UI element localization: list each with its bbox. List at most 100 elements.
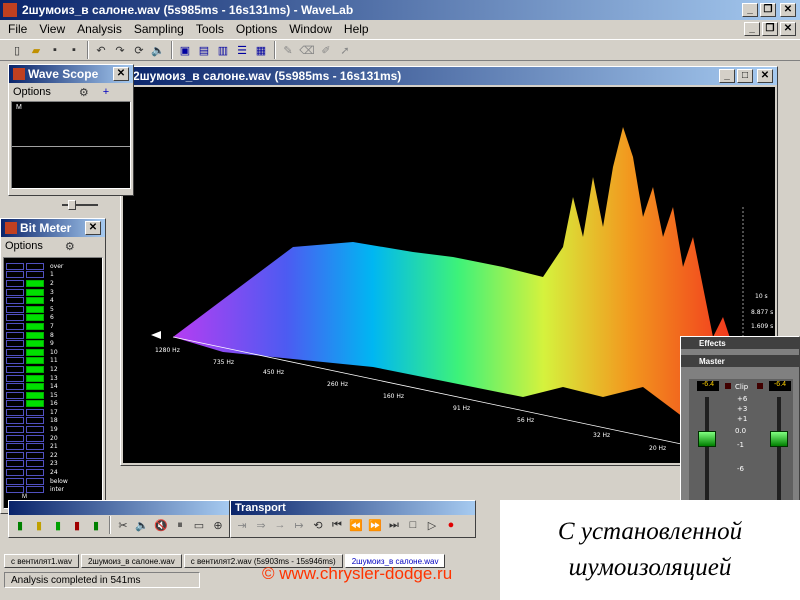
brush-icon[interactable]: ✐ — [317, 41, 335, 59]
window-icon[interactable]: ▣ — [176, 41, 194, 59]
bit-meter-cell-left — [6, 477, 24, 485]
menu-file[interactable]: File — [2, 20, 33, 38]
spectrum-icon[interactable]: ▮ — [30, 516, 48, 534]
doc-win-minimize[interactable]: _ — [719, 69, 735, 83]
cursor-icon[interactable]: ➚ — [336, 41, 354, 59]
bit-meter-cell-left — [6, 297, 24, 305]
new-file-icon[interactable]: ▯ — [8, 41, 26, 59]
bit-meter-row: 19 — [6, 425, 100, 434]
doc-win-close[interactable]: ✕ — [757, 69, 773, 83]
plugin-icon[interactable]: ✂ — [114, 516, 132, 534]
play-cursor-icon[interactable]: ↦ — [290, 516, 308, 534]
bit-meter-options[interactable]: Options — [5, 240, 43, 252]
menu-tools[interactable]: Tools — [190, 20, 230, 38]
close-button[interactable]: ✕ — [780, 3, 796, 17]
bars-icon[interactable]: ▮ — [87, 516, 105, 534]
effects-header[interactable]: Effects — [681, 337, 799, 349]
bit-meter-title: Bit Meter — [20, 221, 72, 235]
maximize-button[interactable]: ❐ — [760, 3, 776, 17]
right-fader-handle[interactable] — [770, 431, 788, 447]
wave-scope-options[interactable]: Options — [13, 86, 51, 98]
split-icon[interactable]: ▥ — [214, 41, 232, 59]
bit-meter-cell-right — [26, 279, 44, 287]
minimize-button[interactable]: _ — [742, 3, 758, 17]
menu-sampling[interactable]: Sampling — [128, 20, 190, 38]
bit-meter-label: 6 — [50, 314, 54, 322]
save-icon[interactable]: ▪ — [46, 41, 64, 59]
scope-slider[interactable] — [62, 200, 98, 210]
play-loop-icon[interactable]: ⇒ — [252, 516, 270, 534]
vu-icon[interactable]: ▮ — [49, 516, 67, 534]
loop-transport-icon[interactable]: ⟲ — [309, 516, 327, 534]
spectrum-view[interactable]: 1280 Hz 735 Hz 450 Hz 260 Hz 160 Hz 91 H… — [123, 87, 775, 463]
doc-title: 2шумоиз_в салоне.wav (5s985ms - 16s131ms… — [133, 69, 402, 83]
clip-led-left — [725, 383, 731, 389]
bit-meter-close[interactable]: ✕ — [85, 221, 101, 235]
tile-icon[interactable]: ▦ — [252, 41, 270, 59]
time-label-8877: 8.877 s — [751, 309, 774, 316]
bit-meter-cell-right — [26, 374, 44, 382]
record-icon[interactable]: ● — [442, 516, 460, 534]
rewind-icon[interactable]: ⏪ — [347, 516, 365, 534]
gain-icon[interactable]: ⊕ — [209, 516, 227, 534]
wave-scope-title: Wave Scope — [28, 67, 99, 81]
volume-icon[interactable]: 🔈 — [133, 516, 151, 534]
undo-icon[interactable]: ↶ — [92, 41, 110, 59]
menu-view[interactable]: View — [33, 20, 71, 38]
wave-scope-close[interactable]: ✕ — [113, 67, 129, 81]
bit-meter-label: below — [50, 477, 68, 485]
stop-icon[interactable]: □ — [404, 516, 422, 534]
menu-help[interactable]: Help — [338, 20, 375, 38]
monitor-icon[interactable]: ▭ — [190, 516, 208, 534]
zoom-in-icon[interactable]: + — [103, 86, 109, 98]
bit-meter-row: 3 — [6, 288, 100, 297]
bit-meter-settings-icon[interactable]: ⚙ — [65, 240, 75, 253]
redo-icon[interactable]: ↷ — [111, 41, 129, 59]
freq-label-91: 91 Hz — [453, 405, 471, 412]
bit-meter-row: 18 — [6, 417, 100, 426]
doc-restore-button[interactable]: ❐ — [762, 22, 778, 36]
scope-settings-icon[interactable]: ⚙ — [79, 86, 89, 99]
bit-meter-icon — [5, 222, 17, 234]
bit-meter-label: 2 — [50, 279, 54, 287]
bit-meter-cell-left — [6, 391, 24, 399]
bit-meter-label: 22 — [50, 451, 58, 459]
bit-meter-row: 24 — [6, 468, 100, 477]
doc-close-button[interactable]: ✕ — [780, 22, 796, 36]
pencil-icon[interactable]: ✎ — [279, 41, 297, 59]
waveform-icon[interactable]: ▤ — [195, 41, 213, 59]
open-file-icon[interactable]: ▰ — [27, 41, 45, 59]
bit-meter-row: 8 — [6, 331, 100, 340]
play-from-start-icon[interactable]: ⇥ — [233, 516, 251, 534]
eraser-icon[interactable]: ⌫ — [298, 41, 316, 59]
doc-win-maximize[interactable]: □ — [737, 69, 753, 83]
meter-icon[interactable]: ▮ — [11, 516, 29, 534]
fast-forward-icon[interactable]: ⏩ — [366, 516, 384, 534]
bit-meter-cell-right — [26, 331, 44, 339]
doc-minimize-button[interactable]: _ — [744, 22, 760, 36]
tab-shumoiz-1[interactable]: 2шумоиз_в салоне.wav — [80, 554, 182, 568]
tab-ventilyat1[interactable]: с вентилят1.wav — [4, 554, 79, 568]
levels-icon[interactable]: ▮ — [68, 516, 86, 534]
rewind-to-start-icon[interactable]: ⏮ — [328, 516, 346, 534]
bit-meter-label: 24 — [50, 469, 58, 477]
menu-analysis[interactable]: Analysis — [71, 20, 128, 38]
master-header[interactable]: Master — [681, 355, 799, 367]
speaker-icon[interactable]: 🔈 — [149, 41, 167, 59]
mute-icon[interactable]: 🔇 — [152, 516, 170, 534]
left-fader-handle[interactable] — [698, 431, 716, 447]
save-all-icon[interactable]: ▪ — [65, 41, 83, 59]
freq-label-160: 160 Hz — [383, 393, 405, 400]
loop-icon[interactable]: ⟳ — [130, 41, 148, 59]
list-icon[interactable]: ☰ — [233, 41, 251, 59]
pause-icon[interactable]: ⏸ — [171, 516, 189, 534]
menu-window[interactable]: Window — [283, 20, 338, 38]
play-selection-icon[interactable]: → — [271, 516, 289, 534]
play-icon[interactable]: ▷ — [423, 516, 441, 534]
bit-meter-row: 16 — [6, 400, 100, 409]
bit-meter-cell-right — [26, 408, 44, 416]
menu-options[interactable]: Options — [230, 20, 283, 38]
freq-label-1280: 1280 Hz — [155, 347, 180, 354]
forward-to-end-icon[interactable]: ⏭ — [385, 516, 403, 534]
bit-meter-row: 4 — [6, 296, 100, 305]
